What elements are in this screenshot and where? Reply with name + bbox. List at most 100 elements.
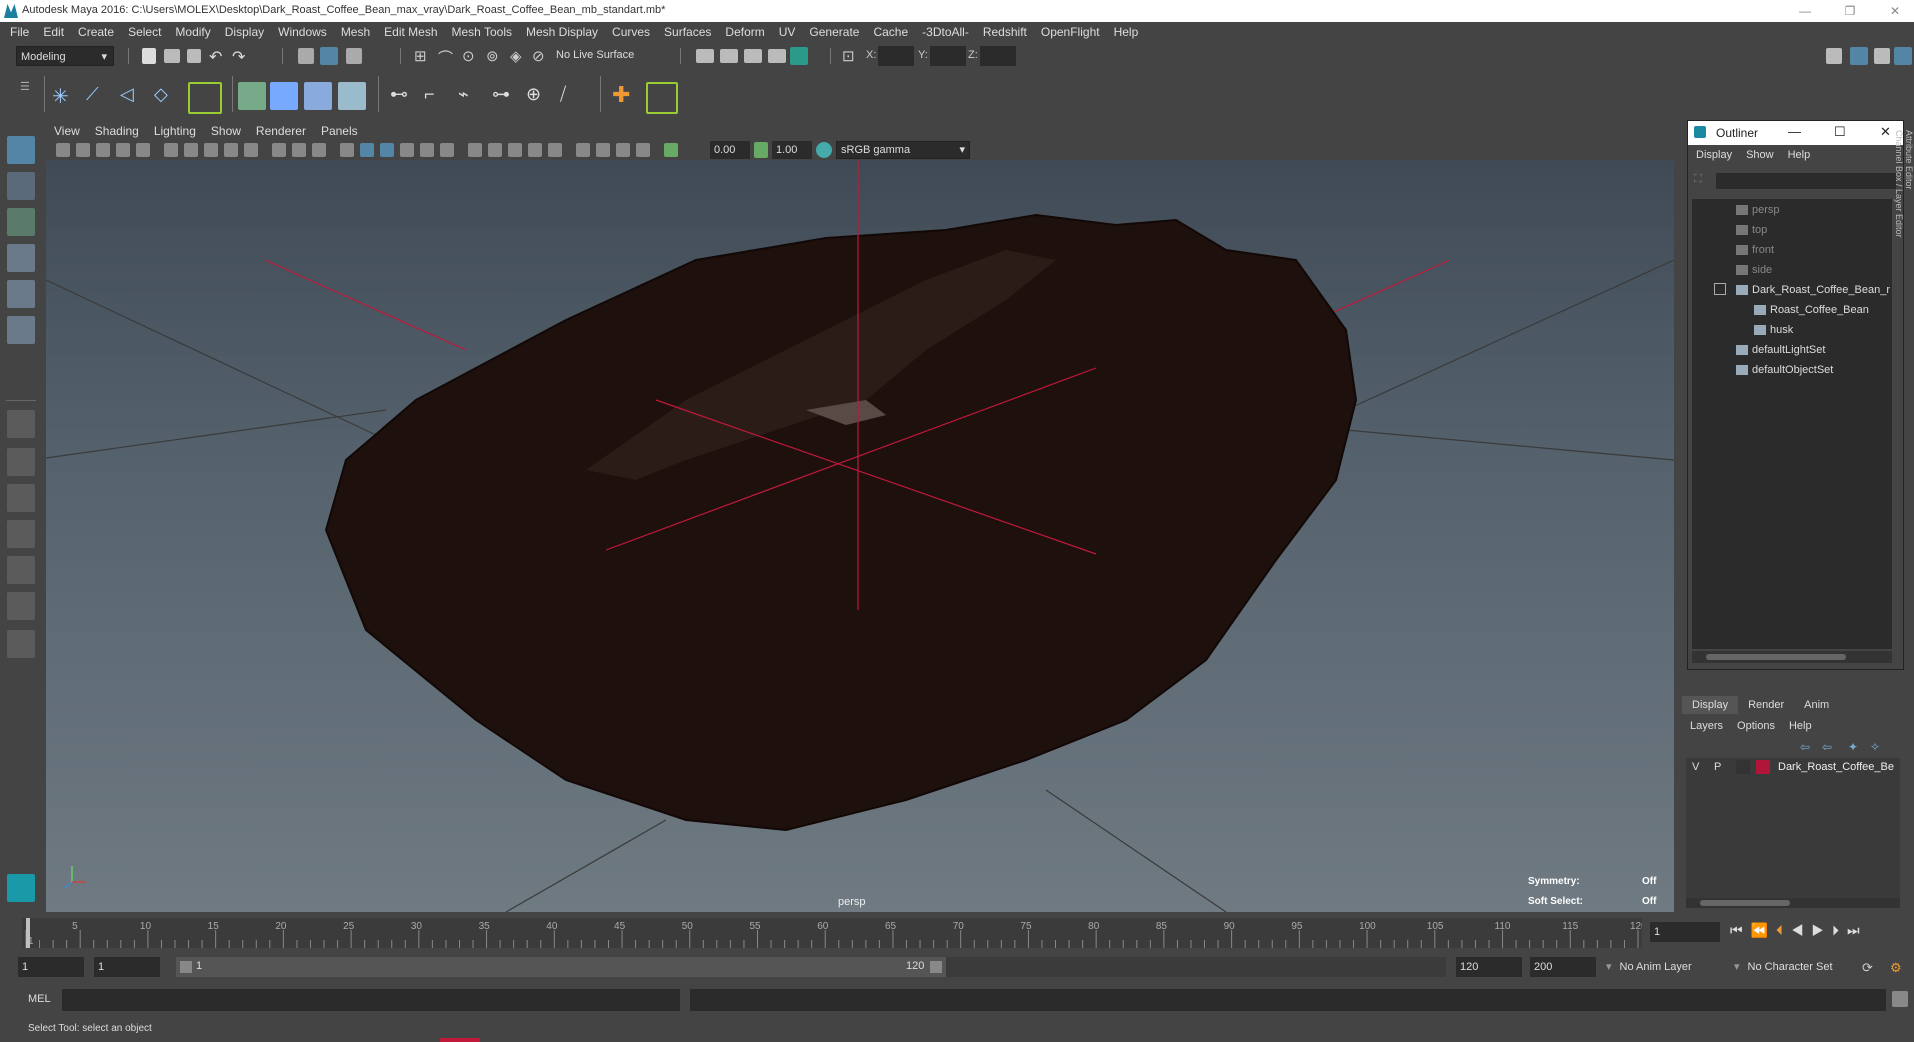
layer-move-up-icon[interactable]: ⇦ [1800,740,1810,754]
play-backward-icon[interactable]: ◀ [1791,922,1812,938]
menu-surfaces[interactable]: Surfaces [664,22,711,42]
command-input[interactable] [62,989,680,1011]
smooth-skin-icon[interactable] [270,82,298,110]
stacked-view-icon[interactable] [7,520,35,548]
gate-mask-icon[interactable] [244,143,258,157]
menu-create[interactable]: Create [78,22,114,42]
outliner-menu-display[interactable]: Display [1696,149,1732,161]
layer-display-type[interactable] [1736,760,1750,774]
layer-hscrollbar[interactable] [1686,898,1900,908]
open-scene-icon[interactable] [164,49,180,63]
move-tool-icon[interactable] [7,244,35,272]
layer-color-swatch[interactable] [1756,760,1770,774]
panel-menu-lighting[interactable]: Lighting [154,122,196,140]
layer-playback-toggle[interactable]: P [1714,761,1721,773]
panel-menu-renderer[interactable]: Renderer [256,122,306,140]
scroll-thumb[interactable] [1700,900,1790,906]
gamma-field[interactable]: 1.00 [772,141,812,159]
point-constraint-icon[interactable]: ✚ [612,82,630,107]
step-back-frame-icon[interactable]: ⏴ [1776,922,1791,938]
outliner-search-input[interactable] [1716,173,1896,189]
menu-edit-mesh[interactable]: Edit Mesh [384,22,437,42]
textured-icon[interactable] [468,143,482,157]
layer-tab-anim[interactable]: Anim [1794,696,1839,714]
attribute-editor-toggle-icon[interactable] [1850,47,1868,65]
go-to-end-icon[interactable]: ⏭ [1847,922,1868,938]
paint-weights-icon[interactable] [304,82,332,110]
redo-icon[interactable]: ↷ [232,47,250,66]
command-language-label[interactable]: MEL [28,993,51,1005]
select-object-icon[interactable] [320,47,338,65]
script-editor-icon[interactable] [1892,991,1908,1007]
close-button[interactable]: ✕ [1880,2,1910,20]
create-cluster-icon[interactable]: ⊷ [390,84,408,104]
playback-start-field[interactable]: 1 [94,957,160,977]
layer-tab-render[interactable]: Render [1738,696,1794,714]
xray-icon[interactable] [400,143,414,157]
joint-tool-icon[interactable]: ✳ [52,84,70,108]
outliner-menu-show[interactable]: Show [1746,149,1774,161]
attribute-editor-tab[interactable]: Attribute Editor [1904,130,1914,350]
xray-joints-icon[interactable] [420,143,434,157]
ik-handle-icon[interactable]: ⟋ [86,84,104,104]
layer-menu-options[interactable]: Options [1737,720,1775,732]
create-sculpt-icon[interactable]: ⊕ [526,84,544,104]
xray-active-icon[interactable] [616,143,630,157]
tool-settings-icon[interactable] [1874,48,1890,64]
range-start-handle[interactable] [180,961,192,973]
menu-display[interactable]: Display [225,22,264,42]
smooth-shade-icon[interactable] [360,143,374,157]
menu-curves[interactable]: Curves [612,22,650,42]
menu-mesh-display[interactable]: Mesh Display [526,22,598,42]
character-set-select[interactable]: ▾ No Character Set [1734,957,1870,977]
graph-layout-icon[interactable] [7,592,35,620]
channel-box-toggle-icon[interactable] [1894,47,1912,65]
viewport-persp[interactable]: persp Symmetry: Off Soft Select: Off [46,160,1674,912]
restore-button[interactable]: ❐ [1835,2,1865,20]
x-field[interactable] [878,46,914,66]
outliner-item[interactable]: husk [1754,321,1793,339]
new-scene-icon[interactable] [142,48,156,64]
color-space-select[interactable]: sRGB gamma ▾ [836,141,970,159]
lights-icon[interactable] [488,143,502,157]
menu-uv[interactable]: UV [779,22,796,42]
panel-menu-shading[interactable]: Shading [95,122,139,140]
outliner-item[interactable]: Dark_Roast_Coffee_Bean_r [1736,281,1890,299]
menu-modify[interactable]: Modify [175,22,210,42]
render-view-icon[interactable] [696,49,714,63]
minimize-button[interactable]: — [1790,2,1820,20]
menu-openflight[interactable]: OpenFlight [1041,22,1100,42]
grease-pencil-icon[interactable] [164,143,178,157]
menu-cache[interactable]: Cache [873,22,908,42]
menu-3dtoall[interactable]: -3DtoAll- [922,22,969,42]
rotate-tool-icon[interactable] [7,280,35,308]
channel-box-tab[interactable]: Channel Box / Layer Editor [1894,130,1904,238]
panel-menu-show[interactable]: Show [211,122,241,140]
anim-layer-select[interactable]: ▾ No Anim Layer [1606,957,1742,977]
layer-move-down-icon[interactable]: ⇦ [1822,740,1832,754]
four-view-icon[interactable] [7,448,35,476]
ik-spline-icon[interactable]: ◁ [120,84,138,104]
collapse-icon[interactable] [1714,283,1726,295]
snap-grid-icon[interactable]: ⊞ [414,47,432,65]
default-material-icon[interactable] [440,143,454,157]
save-scene-icon[interactable] [187,49,201,63]
menu-generate[interactable]: Generate [809,22,859,42]
coffee-bean-mesh[interactable] [324,213,1358,832]
ambient-occlusion-icon[interactable] [528,143,542,157]
select-hierarchy-icon[interactable] [298,48,314,64]
menu-redshift[interactable]: Redshift [983,22,1027,42]
range-bar[interactable]: 1 120 [176,957,946,977]
select-tool-icon[interactable] [7,136,35,164]
outliner-item[interactable]: front [1736,241,1774,259]
menu-file[interactable]: File [10,22,29,42]
step-forward-frame-icon[interactable]: ⏵ [1832,922,1847,938]
input-mode-icon[interactable]: ⊡ [842,47,860,65]
camera-attributes-icon[interactable] [76,143,90,157]
film-gate-icon[interactable] [204,143,218,157]
camera-select-icon[interactable] [56,143,70,157]
scale-tool-icon[interactable] [7,316,35,344]
outliner-layout-icon[interactable] [7,556,35,584]
lasso-tool-icon[interactable] [7,172,35,200]
parent-constraint-icon[interactable] [646,82,678,114]
